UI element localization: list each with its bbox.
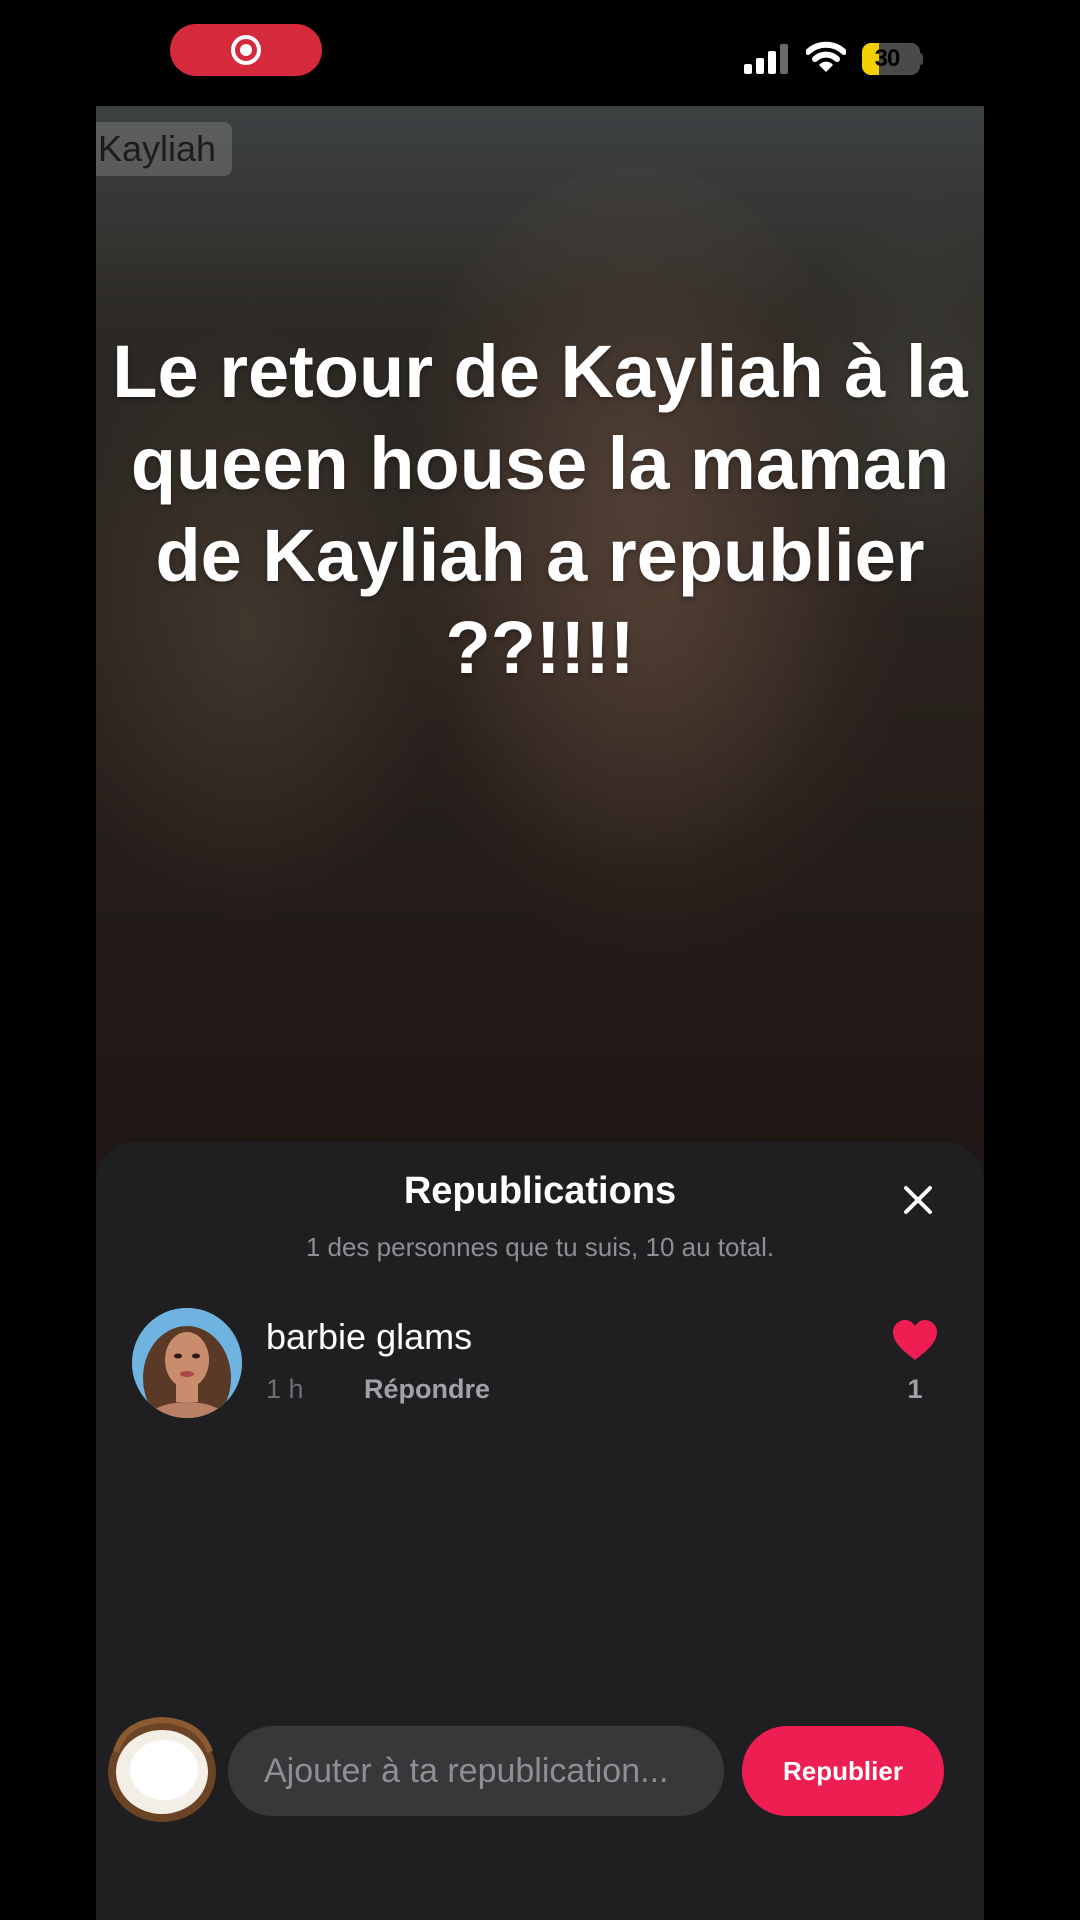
- sheet-subtitle: 1 des personnes que tu suis, 10 au total…: [305, 1232, 775, 1262]
- sheet-title: Republications: [403, 1170, 677, 1212]
- close-icon[interactable]: [900, 1182, 936, 1218]
- battery-icon: 30: [862, 43, 920, 75]
- signal-icon: [744, 44, 788, 74]
- repost-composer: Republier: [96, 1712, 984, 1832]
- repost-input[interactable]: [228, 1726, 724, 1816]
- reply-button[interactable]: Répondre: [364, 1374, 490, 1405]
- screen-record-icon: [231, 35, 261, 65]
- like-count: 1: [907, 1374, 923, 1404]
- republish-button[interactable]: Republier: [742, 1726, 944, 1816]
- phone-screen: 30 Kayliah Le retour de Kayliah à la que…: [0, 0, 1080, 1920]
- avatar[interactable]: [132, 1308, 242, 1418]
- video-player[interactable]: Kayliah Le retour de Kayliah à la queen …: [96, 106, 984, 1206]
- coconut-avatar[interactable]: [104, 1712, 220, 1828]
- repost-time: 1 h: [266, 1374, 304, 1404]
- screen-record-indicator[interactable]: [170, 24, 322, 76]
- user-avatar-image: [132, 1308, 242, 1418]
- video-name-tag: Kayliah: [96, 122, 233, 176]
- status-bar: 30: [0, 0, 1080, 106]
- repost-sheet: Republications 1 des personnes que tu su…: [96, 1142, 984, 1920]
- list-item[interactable]: barbie glams 1 h Répondre 1: [132, 1308, 952, 1420]
- video-caption: Le retour de Kayliah à la queen house la…: [112, 330, 968, 689]
- repost-username[interactable]: barbie glams: [266, 1316, 472, 1358]
- heart-icon[interactable]: [892, 1320, 938, 1362]
- battery-tip: [918, 53, 923, 65]
- wifi-icon: [806, 41, 846, 72]
- battery-percentage: 30: [874, 45, 901, 72]
